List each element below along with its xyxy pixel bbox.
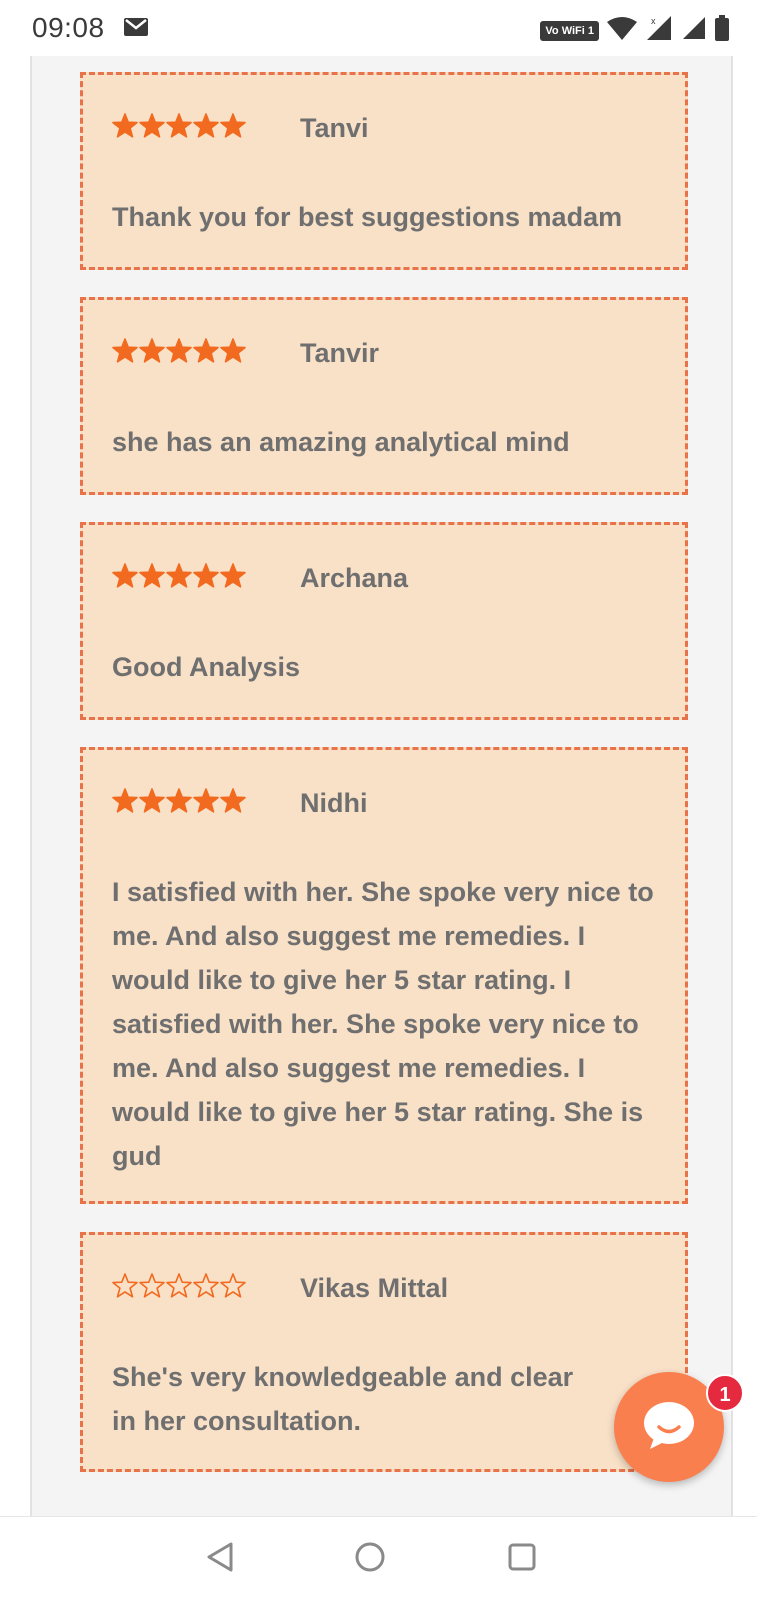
reviewer-name: Archana [300,563,409,593]
star-empty-icon [139,1272,165,1304]
content-area[interactable]: Tanvi Thank you for best suggestions mad… [0,56,757,1516]
volte-wifi-badge: Vo WiFi 1 [540,20,599,41]
star-filled-icon [193,787,219,819]
reviewer-name: Nidhi [300,788,368,818]
star-filled-icon [112,562,138,594]
review-text: She's very knowledgeable and clear in he… [112,1362,574,1436]
mail-icon [124,18,148,41]
home-button[interactable] [350,1539,390,1579]
review-text: I satisfied with her. She spoke very nic… [112,877,654,1171]
star-filled-icon [220,337,246,369]
star-filled-icon [139,787,165,819]
svg-text:x: x [651,16,656,26]
star-filled-icon [193,112,219,144]
review-card: Nidhi I satisfied with her. She spoke ve… [80,747,688,1204]
signal-icon [681,15,707,46]
star-empty-icon [166,1272,192,1304]
chat-unread-badge: 1 [706,1374,744,1412]
reviewer-name: Vikas Mittal [300,1273,449,1303]
star-filled-icon [193,337,219,369]
star-filled-icon [139,112,165,144]
star-filled-icon [139,337,165,369]
star-filled-icon [112,787,138,819]
star-filled-icon [193,562,219,594]
status-time: 09:08 [32,12,105,43]
review-card: Tanvir she has an amazing analytical min… [80,297,688,495]
star-rating [112,562,246,594]
review-text: Good Analysis [112,652,301,682]
review-card: Vikas Mittal She's very knowledgeable an… [80,1232,688,1472]
recents-button[interactable] [502,1539,542,1579]
star-filled-icon [220,787,246,819]
home-icon [354,1541,386,1578]
star-filled-icon [220,562,246,594]
star-empty-icon [220,1272,246,1304]
status-icons: Vo WiFi 1 x [540,14,729,47]
star-filled-icon [166,787,192,819]
reviewer-name: Tanvi [300,113,369,143]
star-empty-icon [193,1272,219,1304]
back-icon [205,1541,235,1578]
star-filled-icon [139,562,165,594]
signal-icon: x [645,14,673,47]
battery-icon [715,15,729,46]
review-card: Tanvi Thank you for best suggestions mad… [80,72,688,270]
review-card: Archana Good Analysis [80,522,688,720]
star-rating [112,1272,246,1304]
star-filled-icon [166,562,192,594]
star-filled-icon [112,112,138,144]
review-text: she has an amazing analytical mind [112,427,570,457]
review-text: Thank you for best suggestions madam [112,202,623,232]
system-nav-bar [0,1516,757,1600]
star-filled-icon [220,112,246,144]
star-filled-icon [112,337,138,369]
chat-bubble-icon [642,1400,696,1455]
reviews-panel: Tanvi Thank you for best suggestions mad… [30,56,733,1516]
wifi-icon [607,16,637,45]
star-rating [112,337,246,369]
star-filled-icon [166,112,192,144]
status-bar: 09:08 Vo WiFi 1 x [0,0,757,56]
recents-icon [507,1542,537,1577]
star-rating [112,112,246,144]
star-empty-icon [112,1272,138,1304]
star-filled-icon [166,337,192,369]
reviewer-name: Tanvir [300,338,380,368]
back-button[interactable] [200,1539,240,1579]
star-rating [112,787,246,819]
